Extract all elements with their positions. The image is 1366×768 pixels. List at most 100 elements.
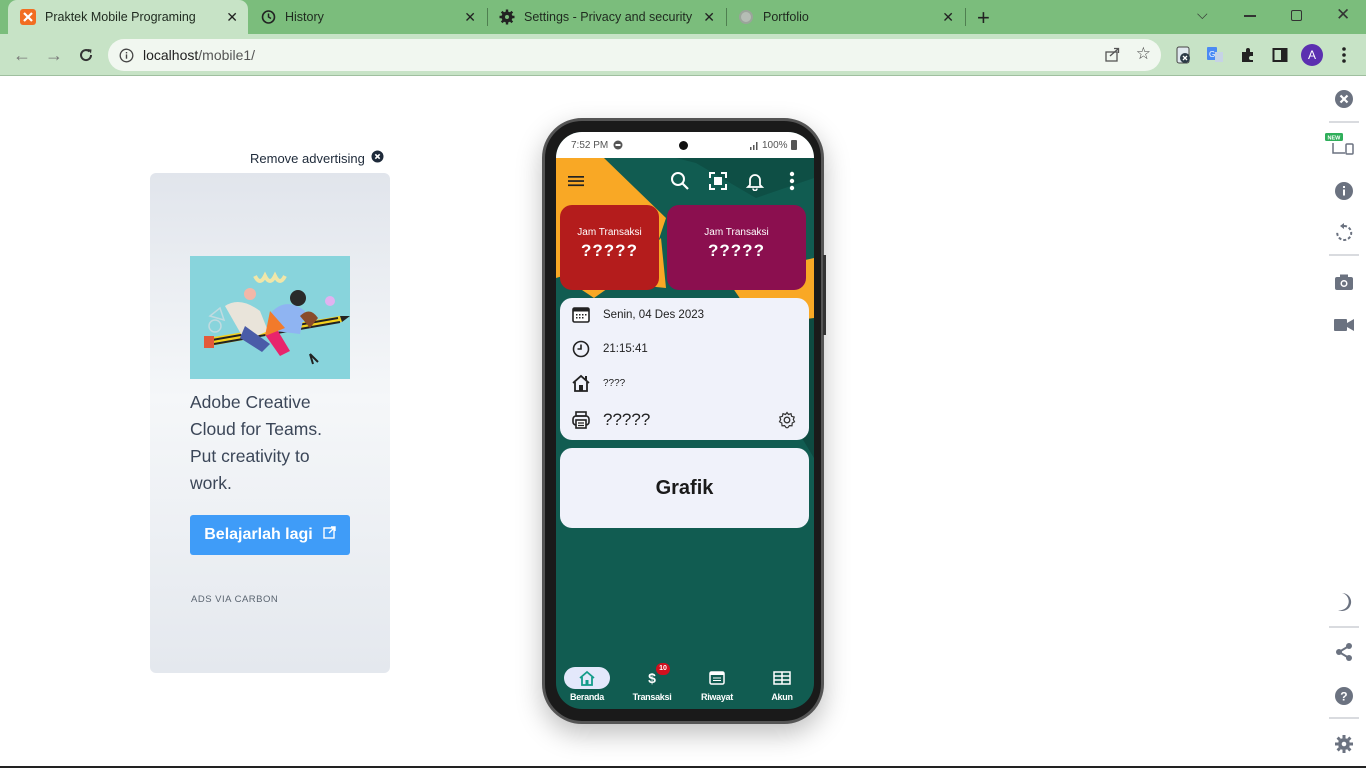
grafik-card[interactable]: Grafik — [560, 448, 809, 528]
nav-transaksi[interactable]: $ 10 Transaksi — [622, 660, 682, 709]
scan-icon[interactable] — [707, 170, 729, 192]
close-tab-icon[interactable]: ✕ — [464, 9, 476, 26]
jam-transaksi-card-2[interactable]: Jam Transaksi ????? — [667, 205, 806, 290]
url-path: /mobile1/ — [198, 47, 256, 63]
nav-akun[interactable]: Akun — [752, 660, 812, 709]
status-app-icon — [613, 140, 623, 153]
tab-strip: Praktek Mobile Programing ✕ History ✕ Se… — [0, 0, 1366, 34]
ad-box: Adobe Creative Cloud for Teams. Put crea… — [150, 173, 390, 673]
close-tab-icon[interactable]: ✕ — [703, 9, 715, 26]
dark-mode-moon-icon[interactable] — [1333, 591, 1355, 613]
translate-icon[interactable]: G — [1205, 45, 1225, 65]
side-panel-icon[interactable] — [1270, 45, 1290, 65]
card-label: Jam Transaksi — [577, 227, 642, 238]
remove-advertising-link[interactable]: Remove advertising — [250, 150, 384, 166]
nav-riwayat[interactable]: Riwayat — [687, 660, 747, 709]
nav-label: Akun — [771, 692, 793, 702]
notification-badge: 10 — [656, 663, 670, 675]
svg-text:G: G — [1209, 50, 1215, 59]
close-tab-icon[interactable]: ✕ — [226, 9, 238, 26]
battery-icon — [791, 140, 797, 150]
close-tab-icon[interactable]: ✕ — [942, 9, 954, 26]
tab-title: Portfolio — [763, 10, 809, 24]
nav-label: Riwayat — [701, 692, 733, 702]
remove-advertising-label: Remove advertising — [250, 150, 365, 166]
bell-icon[interactable] — [744, 170, 766, 192]
store-row: ???? — [560, 372, 809, 394]
card-label: Jam Transaksi — [704, 227, 769, 238]
battery-level: 100% — [762, 140, 788, 151]
nav-beranda[interactable]: Beranda — [557, 660, 617, 709]
date-row: Senin, 04 Des 2023 — [560, 304, 809, 326]
printer-icon — [570, 409, 592, 431]
minimize-button[interactable] — [1244, 15, 1256, 17]
nav-label: Transaksi — [632, 692, 672, 702]
date-text: Senin, 04 Des 2023 — [603, 309, 705, 321]
new-tab-button[interactable]: + — [977, 5, 990, 31]
info-icon[interactable] — [1333, 180, 1355, 202]
settings-gear-icon[interactable] — [1333, 733, 1355, 755]
tab-separator — [965, 8, 966, 26]
learn-more-button[interactable]: Belajarlah lagi — [190, 515, 350, 555]
card-value: ????? — [708, 241, 765, 260]
status-time: 7:52 PM — [571, 140, 609, 151]
receipt-icon — [694, 667, 740, 689]
tab-portfolio[interactable]: Portfolio ✕ — [736, 0, 964, 34]
ad-illustration[interactable] — [190, 256, 350, 379]
xampp-icon — [20, 9, 36, 25]
more-vert-icon[interactable] — [781, 170, 803, 192]
new-badge: NEW — [1328, 135, 1342, 141]
profile-avatar[interactable]: A — [1301, 44, 1323, 66]
back-button[interactable]: ← — [11, 44, 33, 66]
share-icon[interactable] — [1104, 46, 1121, 68]
tab-settings[interactable]: Settings - Privacy and security ✕ — [497, 0, 725, 34]
close-window-button[interactable]: ✕ — [1336, 5, 1350, 25]
tab-search-button[interactable]: ⌵ — [1197, 6, 1208, 23]
tab-history[interactable]: History ✕ — [258, 0, 486, 34]
menu-kebab-icon[interactable] — [1342, 45, 1346, 65]
rotate-icon[interactable] — [1333, 222, 1355, 244]
store-text: ???? — [603, 377, 626, 389]
external-link-icon — [323, 526, 336, 544]
hamburger-menu-icon[interactable] — [565, 170, 587, 192]
clock-icon — [570, 338, 592, 360]
url-host: localhost — [143, 47, 199, 63]
ad-text[interactable]: Adobe Creative Cloud for Teams. Put crea… — [190, 389, 350, 497]
browser-toolbar: ← → localhost/mobile1/ ☆ G A — [0, 34, 1366, 76]
calendar-icon — [570, 304, 592, 326]
tab-title: History — [285, 10, 324, 24]
reload-button[interactable] — [75, 44, 97, 66]
extensions-puzzle-icon[interactable] — [1238, 45, 1258, 65]
close-circle-icon[interactable] — [1333, 88, 1355, 110]
history-icon — [260, 9, 276, 25]
signal-icon — [750, 140, 760, 153]
time-row: 21:15:41 — [560, 338, 809, 360]
help-icon[interactable]: ? — [1333, 685, 1355, 707]
camera-notch — [679, 141, 688, 150]
settings-gear-icon[interactable] — [777, 410, 797, 430]
tab-separator — [487, 8, 488, 26]
close-circle-icon — [371, 150, 384, 166]
device-toggle-icon[interactable]: NEW — [1325, 133, 1355, 156]
info-icon[interactable] — [118, 47, 134, 63]
search-icon[interactable] — [669, 170, 691, 192]
globe-icon — [738, 9, 754, 25]
video-record-icon[interactable] — [1333, 314, 1355, 336]
bookmark-star-icon[interactable]: ☆ — [1136, 44, 1151, 64]
info-card: Senin, 04 Des 2023 21:15:41 ???? ????? — [560, 298, 809, 440]
address-bar[interactable]: localhost/mobile1/ ☆ — [108, 39, 1161, 71]
printer-text: ????? — [603, 410, 651, 429]
extension-x-icon[interactable] — [1174, 45, 1194, 65]
forward-button[interactable]: → — [43, 44, 65, 66]
learn-more-label: Belajarlah lagi — [204, 526, 313, 543]
share-icon[interactable] — [1333, 641, 1355, 663]
tab-praktek[interactable]: Praktek Mobile Programing ✕ — [8, 0, 248, 34]
ads-via-carbon[interactable]: ADS VIA CARBON — [191, 594, 278, 605]
rail-divider — [1329, 717, 1359, 719]
phone-screen: 7:52 PM 100% Jam Transaksi ????? Jam Tra… — [556, 132, 814, 709]
camera-icon[interactable] — [1333, 271, 1355, 293]
home-icon — [564, 667, 610, 689]
bottom-navigation: Beranda $ 10 Transaksi Riwayat Akun — [556, 660, 814, 709]
restore-button[interactable] — [1291, 10, 1302, 21]
jam-transaksi-card-1[interactable]: Jam Transaksi ????? — [560, 205, 659, 290]
